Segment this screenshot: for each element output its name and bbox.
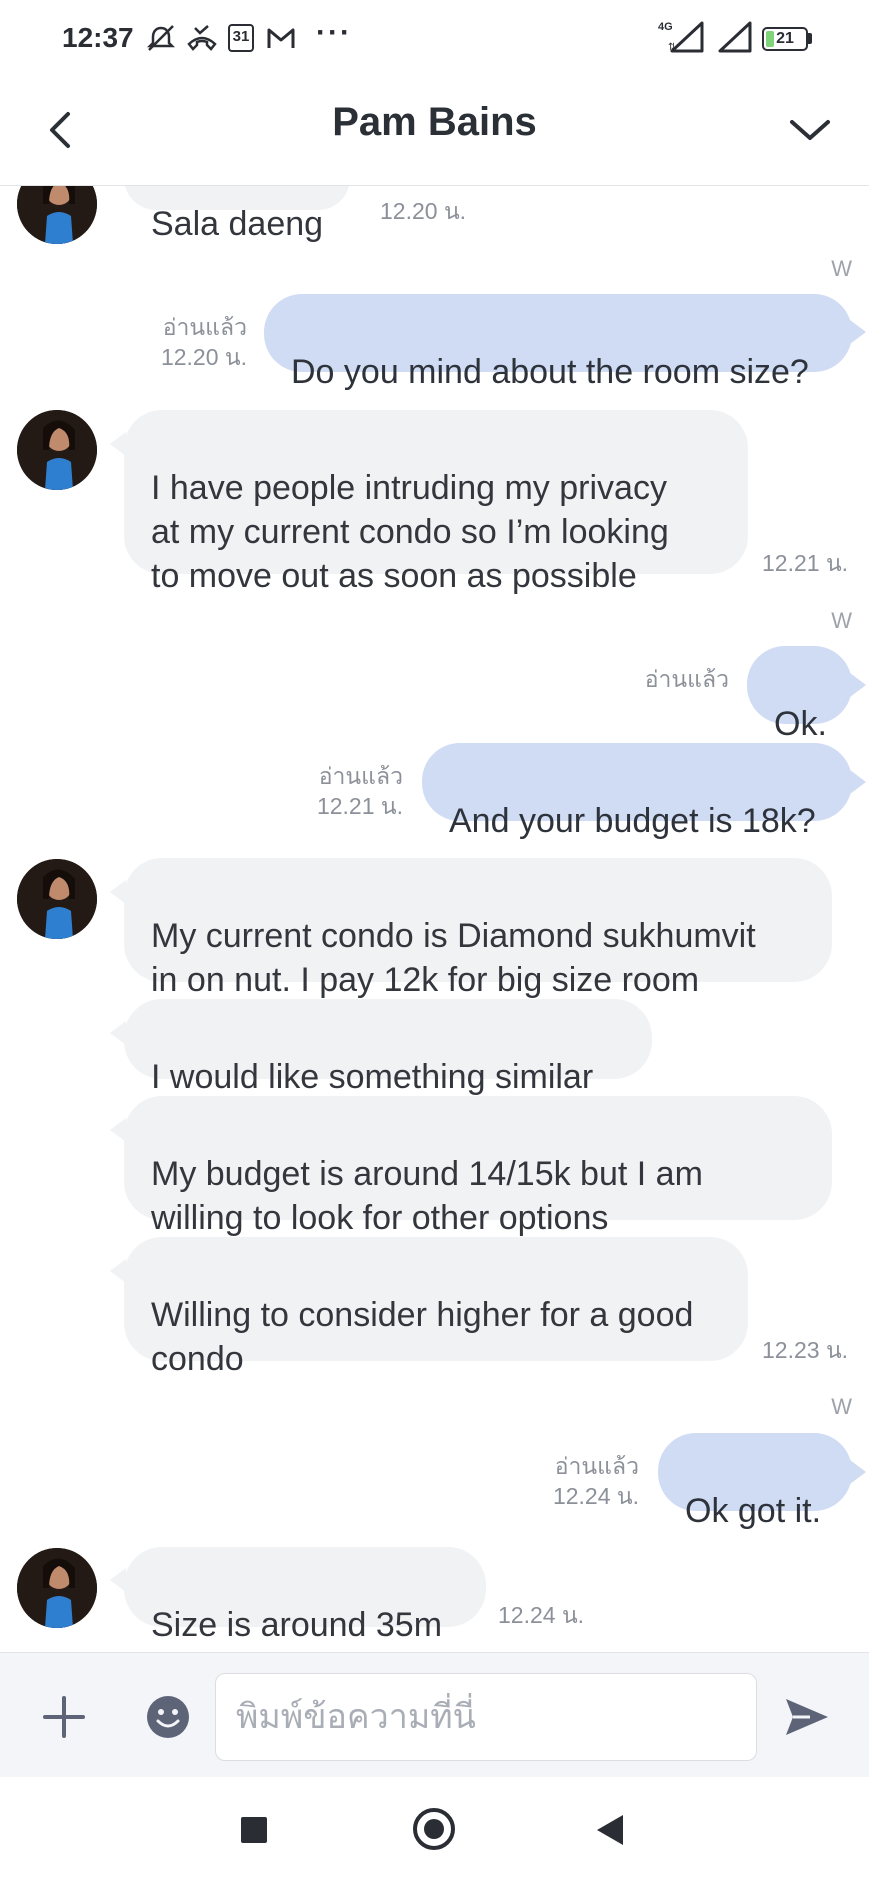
- chat-menu-button[interactable]: [780, 98, 840, 162]
- message-bubble-3[interactable]: Ok.: [747, 646, 852, 743]
- avatar[interactable]: [17, 1548, 97, 1628]
- bubble-tail: [850, 673, 866, 697]
- avatar[interactable]: [17, 859, 97, 939]
- missed-call-icon: [187, 25, 217, 51]
- emoji-button[interactable]: [146, 1695, 190, 1739]
- message-text: I have people intruding my privacy at my…: [151, 469, 669, 595]
- message-text: Ok.: [774, 705, 827, 743]
- calendar-icon: 31: [228, 24, 254, 52]
- avatar[interactable]: [17, 410, 97, 490]
- message-bubble-9[interactable]: Ok got it.: [658, 1433, 852, 1530]
- message-text: My current condo is Diamond sukhumvit in…: [151, 917, 756, 999]
- bubble-tail: [850, 1460, 866, 1484]
- emoji-icon: [147, 1696, 189, 1738]
- message-bubble-4[interactable]: And your budget is 18k?: [422, 743, 852, 840]
- sender-mark: W: [831, 256, 852, 281]
- silent-icon: [146, 25, 176, 51]
- message-bubble-10[interactable]: Size is around 35m: [124, 1547, 486, 1644]
- message-bubble-1[interactable]: Do you mind about the room size?: [264, 294, 852, 391]
- message-text: Sala daeng: [151, 205, 324, 243]
- more-notifications-icon: ···: [316, 16, 352, 49]
- message-bubble-5[interactable]: My current condo is Diamond sukhumvit in…: [124, 858, 832, 999]
- message-text: Willing to consider higher for a good co…: [151, 1296, 694, 1378]
- read-receipt: อ่านแล้ว 12.20 น.: [160, 314, 247, 370]
- bubble-tail: [850, 320, 866, 344]
- message-text: Ok got it.: [685, 1492, 822, 1530]
- message-text: Do you mind about the room size?: [291, 353, 809, 391]
- signal-icon: ⇅: [668, 21, 704, 53]
- sender-mark: W: [831, 1394, 852, 1419]
- message-bubble-8[interactable]: Willing to consider higher for a good co…: [124, 1237, 748, 1378]
- send-button[interactable]: [780, 1691, 832, 1743]
- message-bubble-7[interactable]: My budget is around 14/15k but I am will…: [124, 1096, 832, 1237]
- message-bubble-6[interactable]: I would like something similar: [124, 999, 652, 1096]
- system-nav-bar: [0, 1777, 869, 1883]
- chat-header: Pam Bains: [0, 78, 869, 186]
- battery-icon: 21: [762, 27, 808, 51]
- back-icon[interactable]: [597, 1815, 623, 1845]
- gmail-icon: [267, 28, 295, 48]
- message-text: My budget is around 14/15k but I am will…: [151, 1155, 703, 1237]
- status-bar: 12:37 31 ··· 4G ⇅ 21: [0, 0, 869, 78]
- chevron-down-icon: [790, 120, 830, 140]
- send-icon: [786, 1699, 828, 1735]
- message-text: Size is around 35m: [151, 1606, 443, 1644]
- battery-percent: 21: [776, 30, 794, 47]
- signal-icon-2: [718, 21, 752, 53]
- message-text: And your budget is 18k?: [449, 802, 816, 840]
- avatar[interactable]: [17, 186, 97, 244]
- message-text: I would like something similar: [151, 1058, 594, 1096]
- battery-nub: [808, 33, 812, 44]
- composer-bar: [0, 1652, 869, 1777]
- message-time: 12.20 น.: [380, 198, 467, 224]
- svg-text:⇅: ⇅: [668, 42, 676, 53]
- message-list[interactable]: Sala daeng 12.20 น. W อ่านแล้ว 12.20 น. …: [0, 186, 869, 1652]
- message-bubble-2[interactable]: I have people intruding my privacy at my…: [124, 410, 748, 595]
- read-receipt: อ่านแล้ว: [644, 666, 729, 692]
- message-bubble-0[interactable]: Sala daeng: [124, 186, 351, 243]
- chat-title: Pam Bains: [332, 100, 537, 144]
- plus-icon: [43, 1696, 85, 1738]
- message-time: 12.24 น.: [498, 1602, 585, 1628]
- read-receipt: อ่านแล้ว 12.21 น.: [316, 763, 403, 819]
- status-time: 12:37: [62, 22, 134, 53]
- message-time: 12.21 น.: [762, 550, 849, 576]
- sender-mark: W: [831, 608, 852, 633]
- message-time: 12.23 น.: [762, 1337, 849, 1363]
- home-icon-dot: [424, 1819, 444, 1839]
- message-input[interactable]: [215, 1673, 757, 1761]
- recent-apps-icon[interactable]: [241, 1817, 267, 1843]
- add-attachment-button[interactable]: [40, 1693, 88, 1741]
- bubble-tail: [850, 770, 866, 794]
- read-receipt: อ่านแล้ว 12.24 น.: [552, 1453, 639, 1509]
- home-icon[interactable]: [413, 1808, 455, 1850]
